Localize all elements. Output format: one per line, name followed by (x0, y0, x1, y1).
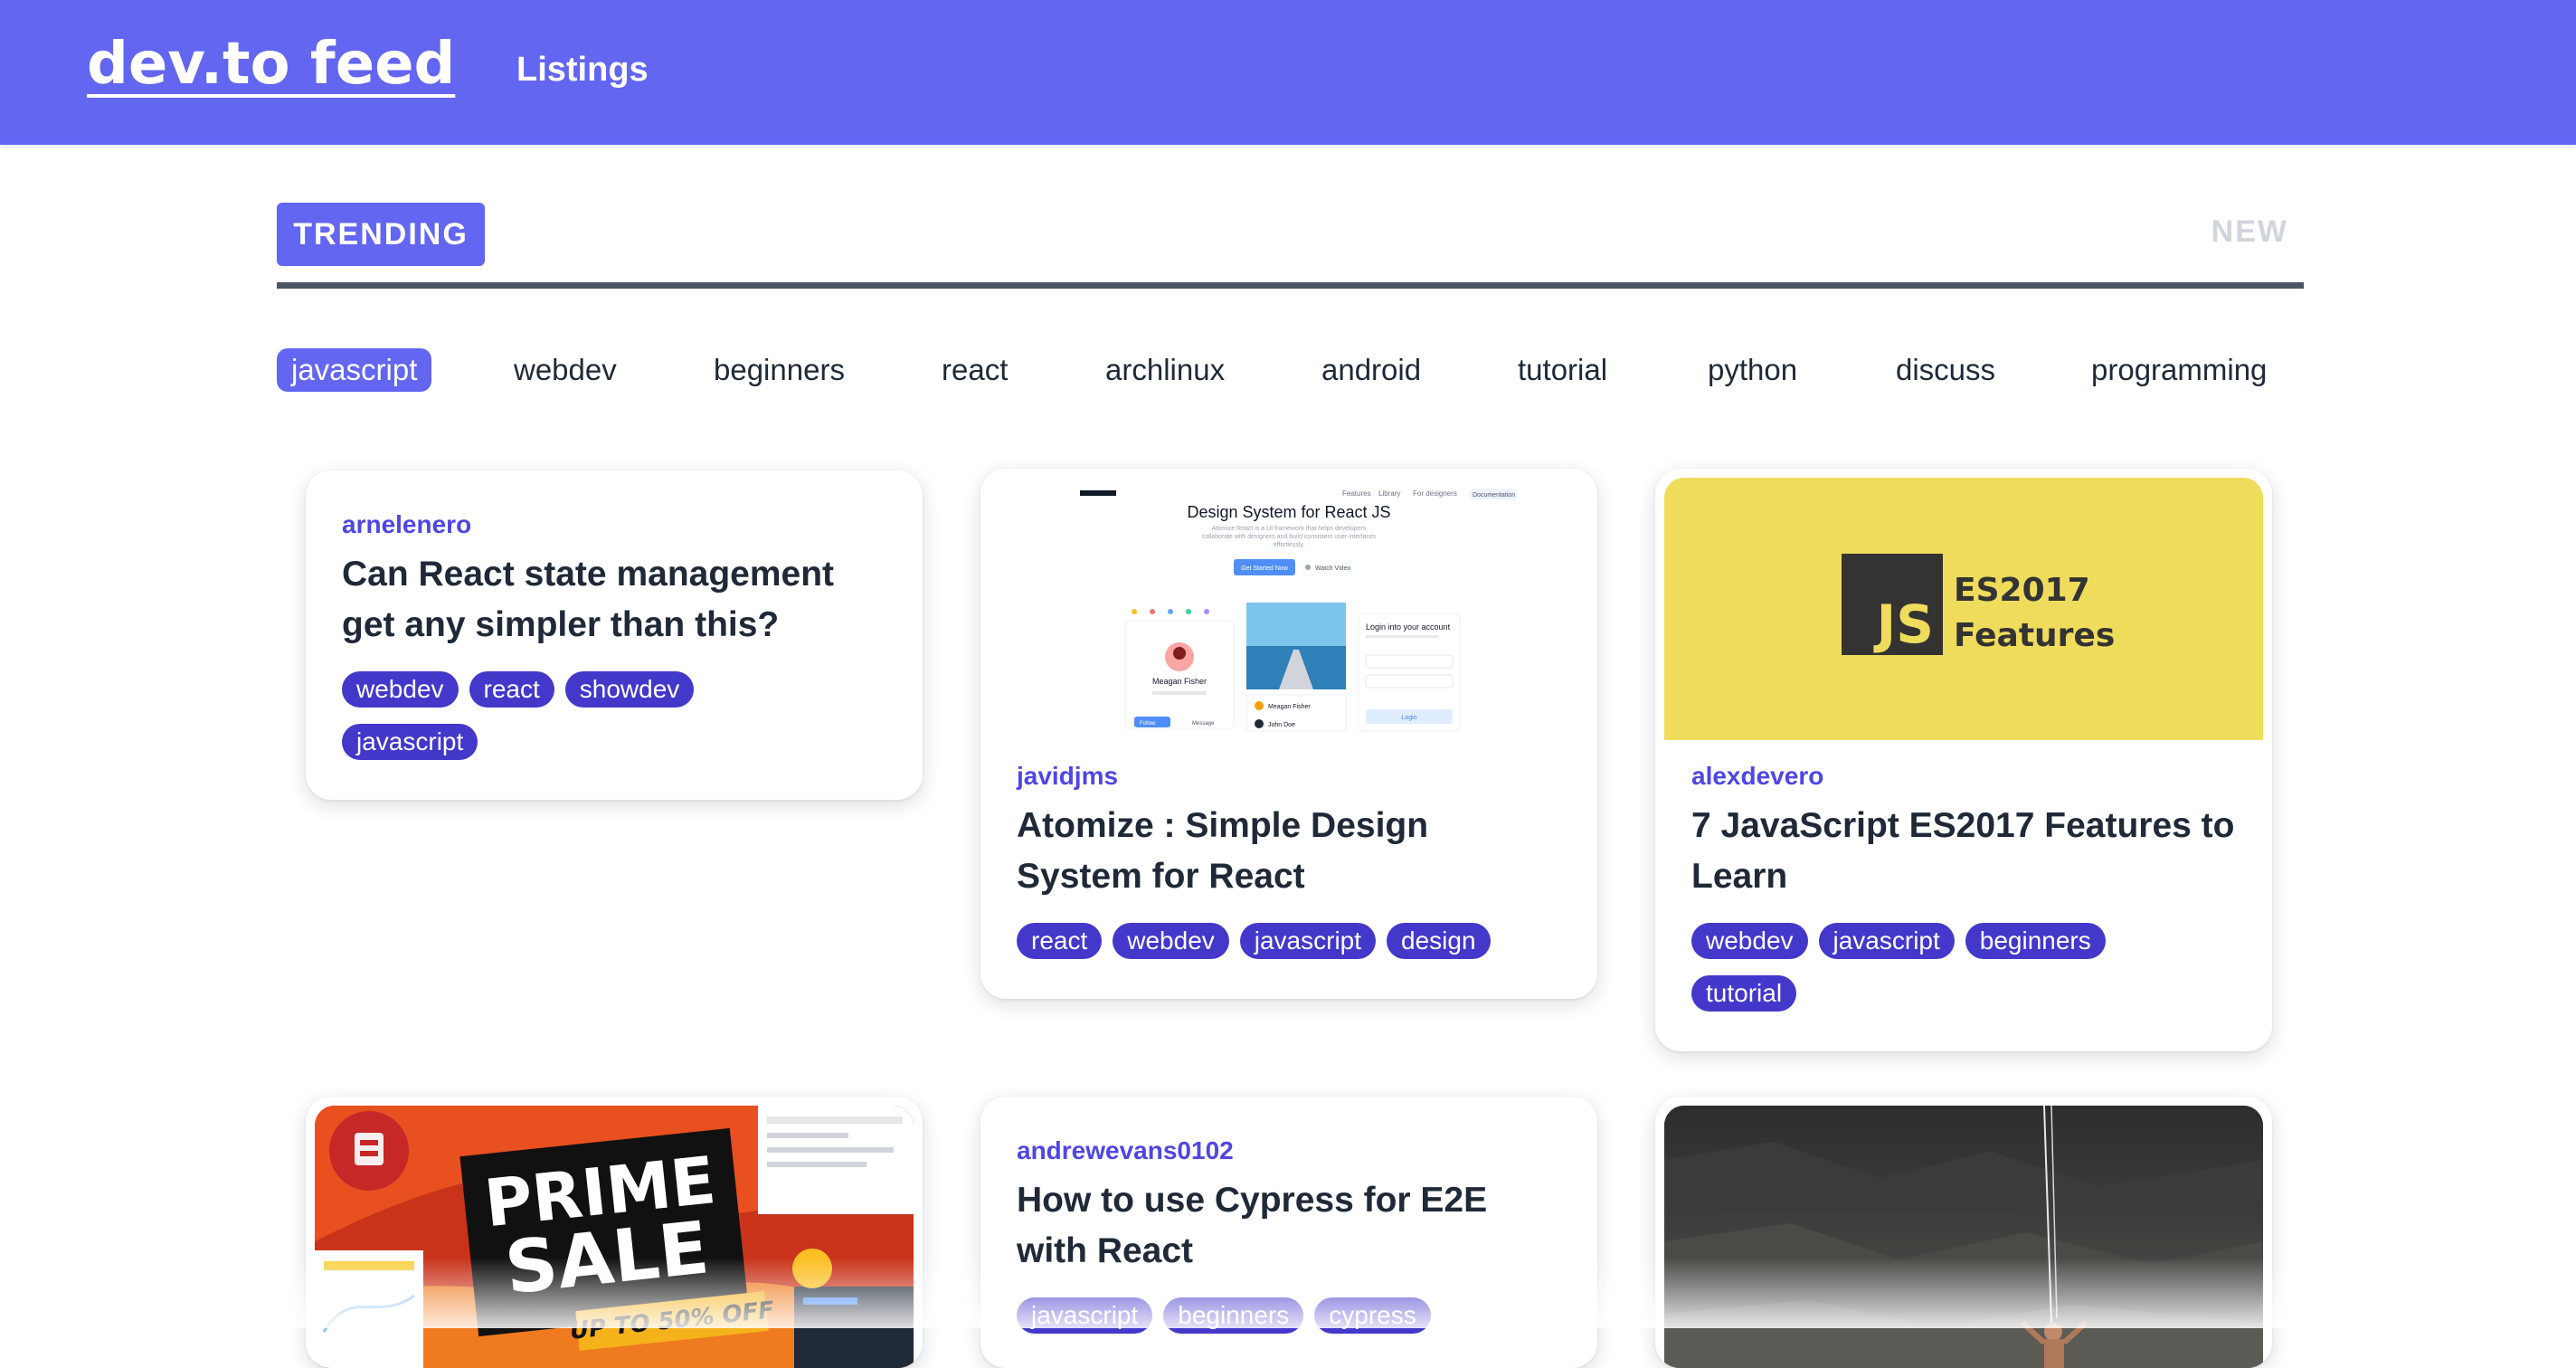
tag-chip[interactable]: javascript (1818, 923, 1955, 959)
tag-chip[interactable]: webdev (1691, 923, 1808, 959)
article-card[interactable]: JS ES2017 Features alexdevero 7 JavaScri… (1655, 469, 2272, 1051)
card-author[interactable]: arnelenero (342, 510, 471, 539)
filter-discuss[interactable]: discuss (1896, 348, 1995, 392)
tag-chip[interactable]: webdev (342, 671, 459, 708)
tab-new[interactable]: NEW (2198, 214, 2288, 254)
card-author[interactable]: andrewevans0102 (1017, 1136, 1234, 1165)
thumb-follow: Follow (1140, 721, 1156, 727)
article-card[interactable]: Features Library For designers Documenta… (980, 469, 1597, 999)
tag-chip[interactable]: javascript (1239, 923, 1377, 959)
card-thumbnail: Features Library For designers Documenta… (990, 478, 1588, 740)
thumb-headline: Design System for React JS (1187, 503, 1390, 521)
brand-home-link[interactable]: dev.to feed (87, 31, 455, 98)
thumb-nav-docs: Documentation (1473, 492, 1515, 499)
climber-photo (1664, 1106, 2263, 1368)
filter-archlinux[interactable]: archlinux (1105, 348, 1225, 392)
thumb-login-heading: Login into your account (1366, 622, 1451, 632)
card-author[interactable]: javidjms (1017, 762, 1118, 791)
tag-chip[interactable]: beginners (1965, 923, 2106, 959)
card-title[interactable]: Atomize : Simple Design System for React (1017, 801, 1561, 902)
nav-listings-link[interactable]: Listings (516, 51, 649, 90)
thumb-nav-designers: For designers (1413, 489, 1457, 498)
banner-line-2: Features (1954, 617, 2116, 654)
thumb-nav-features: Features (1342, 489, 1371, 498)
article-card[interactable]: PRIME SALE UP TO 50% OFF (306, 1097, 923, 1368)
article-card[interactable]: arnelenero Can React state management ge… (306, 470, 923, 800)
sale-banner-art: PRIME SALE UP TO 50% OFF (315, 1106, 914, 1368)
thumb-profile-name: Meagan Fisher (1152, 677, 1207, 686)
tag-chip[interactable]: beginners (1163, 1297, 1304, 1334)
thumb-blurb: Atomize React is a UI framework that hel… (1201, 526, 1377, 548)
article-card[interactable]: andrewevans0102 How to use Cypress for E… (980, 1097, 1597, 1368)
filter-webdev[interactable]: webdev (514, 348, 617, 392)
thumb-cta-secondary: Watch Video (1315, 565, 1350, 572)
thumb-login-button: Login (1401, 715, 1416, 721)
card-title[interactable]: Can React state management get any simpl… (342, 549, 886, 651)
design-system-screenshot: Features Library For designers Documenta… (990, 478, 1588, 740)
thumb-mini-name-1: Meagan Fisher (1268, 704, 1311, 710)
filter-android[interactable]: android (1321, 348, 1421, 392)
top-navbar: dev.to feed Listings (0, 0, 2576, 145)
thumb-nav-library: Library (1378, 489, 1400, 498)
tag-chip[interactable]: tutorial (1691, 975, 1797, 1012)
filter-programming[interactable]: programming (2091, 348, 2267, 392)
card-title[interactable]: 7 JavaScript ES2017 Features to Learn (1691, 801, 2236, 902)
thumb-message: Message (1192, 721, 1215, 727)
card-title[interactable]: How to use Cypress for E2E with React (1017, 1175, 1561, 1277)
tag-chip[interactable]: javascript (342, 724, 478, 760)
tab-divider (277, 282, 2304, 289)
filter-tutorial[interactable]: tutorial (1518, 348, 1607, 392)
filter-beginners[interactable]: beginners (714, 348, 845, 392)
thumb-mini-name-2: John Doe (1268, 722, 1295, 728)
tab-trending[interactable]: TRENDING (277, 203, 485, 266)
tag-chip[interactable]: react (469, 671, 554, 708)
card-tag-list: javascript beginners cypress (1017, 1297, 1570, 1350)
tag-chip[interactable]: javascript (1017, 1297, 1153, 1334)
js-logo-text: JS (1876, 594, 1934, 655)
card-thumbnail (1664, 1106, 2263, 1368)
card-tag-list: webdev javascript beginners tutorial (1691, 923, 2245, 1028)
card-author[interactable]: alexdevero (1691, 762, 1823, 791)
card-thumbnail: PRIME SALE UP TO 50% OFF (315, 1106, 914, 1368)
filter-javascript[interactable]: javascript (277, 348, 432, 392)
card-tag-list: webdev react showdev javascript (342, 671, 895, 776)
tag-chip[interactable]: cypress (1314, 1297, 1431, 1334)
tag-chip[interactable]: design (1387, 923, 1491, 959)
article-card[interactable] (1655, 1097, 2272, 1368)
tag-chip[interactable]: react (1017, 923, 1103, 959)
filter-react[interactable]: react (942, 348, 1008, 392)
thumb-cta-primary: Get Started Now (1241, 565, 1289, 572)
tag-chip[interactable]: showdev (564, 671, 695, 708)
filter-python[interactable]: python (1708, 348, 1797, 392)
tag-chip[interactable]: webdev (1113, 923, 1229, 959)
banner-line-1: ES2017 (1954, 572, 2090, 609)
card-thumbnail: JS ES2017 Features (1664, 478, 2263, 740)
card-tag-list: react webdev javascript design (1017, 923, 1570, 975)
js-logo: JS (1842, 554, 1943, 655)
tag-filter-bar: javascript webdev beginners react archli… (277, 348, 2304, 392)
